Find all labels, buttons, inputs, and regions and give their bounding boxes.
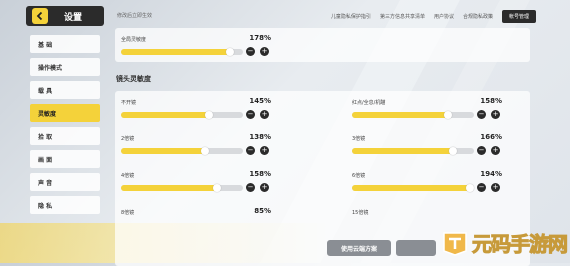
setting-label: 全局灵敏度 (121, 37, 147, 43)
watermark-logo-icon (443, 231, 467, 256)
setting-label: 4倍镜 (121, 173, 135, 179)
minus-button[interactable]: − (246, 146, 255, 155)
slider-thumb[interactable] (204, 111, 213, 119)
plus-button[interactable]: + (491, 183, 500, 192)
setting-value: 145% (249, 97, 271, 105)
privacy-policy-link[interactable]: 合规隐私政策 (463, 13, 493, 20)
secondary-button[interactable] (396, 240, 436, 256)
sidebar-item-control-mode[interactable]: 操作模式 (30, 58, 100, 76)
sidebar-title: 设置 (64, 12, 83, 23)
setting-value: 158% (249, 170, 271, 178)
slider-fill (121, 148, 206, 154)
top-links: 儿童隐私保护指引 第三方信息共享清单 用户协议 合规隐私政策 帐号管理 (331, 10, 536, 23)
setting-value: 158% (480, 97, 502, 105)
slider-track[interactable] (352, 147, 474, 155)
slider-track[interactable] (121, 147, 243, 155)
sidebar-header: 设置 (26, 6, 104, 26)
minus-button[interactable]: − (477, 183, 486, 192)
plus-button[interactable]: + (260, 47, 269, 56)
sidebar-item-privacy[interactable]: 隐 私 (30, 196, 100, 214)
global-sensitivity-panel (115, 28, 530, 62)
plus-button[interactable]: + (491, 110, 500, 119)
slider-thumb[interactable] (449, 147, 458, 155)
slider-thumb[interactable] (225, 48, 234, 56)
slider-track[interactable] (352, 184, 475, 192)
plus-button[interactable]: + (260, 110, 269, 119)
sidebar-item-display[interactable]: 画 面 (30, 150, 100, 168)
watermark-text: 元码手游网 (472, 232, 569, 257)
sidebar-item-sensitivity[interactable]: 灵敏度 (30, 104, 100, 122)
setting-label: 红点/全息/机瞄 (352, 100, 386, 106)
sidebar-item-pickup[interactable]: 拾 取 (30, 127, 100, 145)
plus-button[interactable]: + (260, 183, 269, 192)
watermark: 元码手游网 (440, 228, 569, 257)
sidebar-nav: 基 础 操作模式 载 具 灵敏度 拾 取 画 面 声 音 隐 私 (30, 35, 100, 219)
sidebar-item-sound[interactable]: 声 音 (30, 173, 100, 191)
slider-thumb[interactable] (213, 184, 222, 192)
use-cloud-plan-button[interactable]: 使用云端方案 (327, 240, 391, 256)
setting-label: 8倍镜 (121, 210, 135, 216)
minus-button[interactable]: − (477, 146, 486, 155)
child-privacy-link[interactable]: 儿童隐私保护指引 (331, 13, 371, 20)
apply-hint: 修改后立即生效 (117, 13, 153, 19)
slider-track[interactable] (121, 111, 243, 119)
user-agreement-link[interactable]: 用户协议 (434, 13, 454, 20)
setting-label: 15倍镜 (352, 210, 369, 216)
setting-label: 3倍镜 (352, 136, 366, 142)
third-party-list-link[interactable]: 第三方信息共享清单 (380, 13, 425, 20)
slider-track[interactable] (352, 111, 474, 119)
back-arrow-icon (36, 11, 43, 21)
minus-button[interactable]: − (246, 110, 255, 119)
back-button[interactable] (32, 8, 48, 24)
account-manage-button[interactable]: 帐号管理 (501, 10, 536, 23)
slider-track[interactable] (121, 184, 243, 192)
slider-fill (352, 112, 449, 118)
slider-track[interactable] (121, 48, 243, 56)
slider-fill (352, 185, 471, 191)
minus-button[interactable]: − (477, 110, 486, 119)
plus-button[interactable]: + (491, 146, 500, 155)
setting-label: 6倍镜 (352, 173, 366, 179)
slider-fill (121, 49, 230, 55)
slider-fill (121, 112, 209, 118)
slider-thumb[interactable] (201, 147, 210, 155)
setting-label: 不开镜 (121, 100, 137, 106)
minus-button[interactable]: − (246, 47, 255, 56)
sidebar-item-vehicle[interactable]: 载 具 (30, 81, 100, 99)
setting-value: 85% (254, 207, 271, 215)
setting-value: 138% (249, 133, 271, 141)
setting-label: 2倍镜 (121, 136, 135, 142)
setting-value: 194% (480, 170, 502, 178)
slider-fill (352, 148, 454, 154)
setting-value: 166% (480, 133, 502, 141)
slider-thumb[interactable] (444, 111, 453, 119)
minus-button[interactable]: − (246, 183, 255, 192)
plus-button[interactable]: + (260, 146, 269, 155)
slider-fill (121, 185, 218, 191)
setting-value: 178% (249, 34, 271, 42)
section-title: 镜头灵敏度 (116, 75, 151, 83)
sidebar-item-basic[interactable]: 基 础 (30, 35, 100, 53)
